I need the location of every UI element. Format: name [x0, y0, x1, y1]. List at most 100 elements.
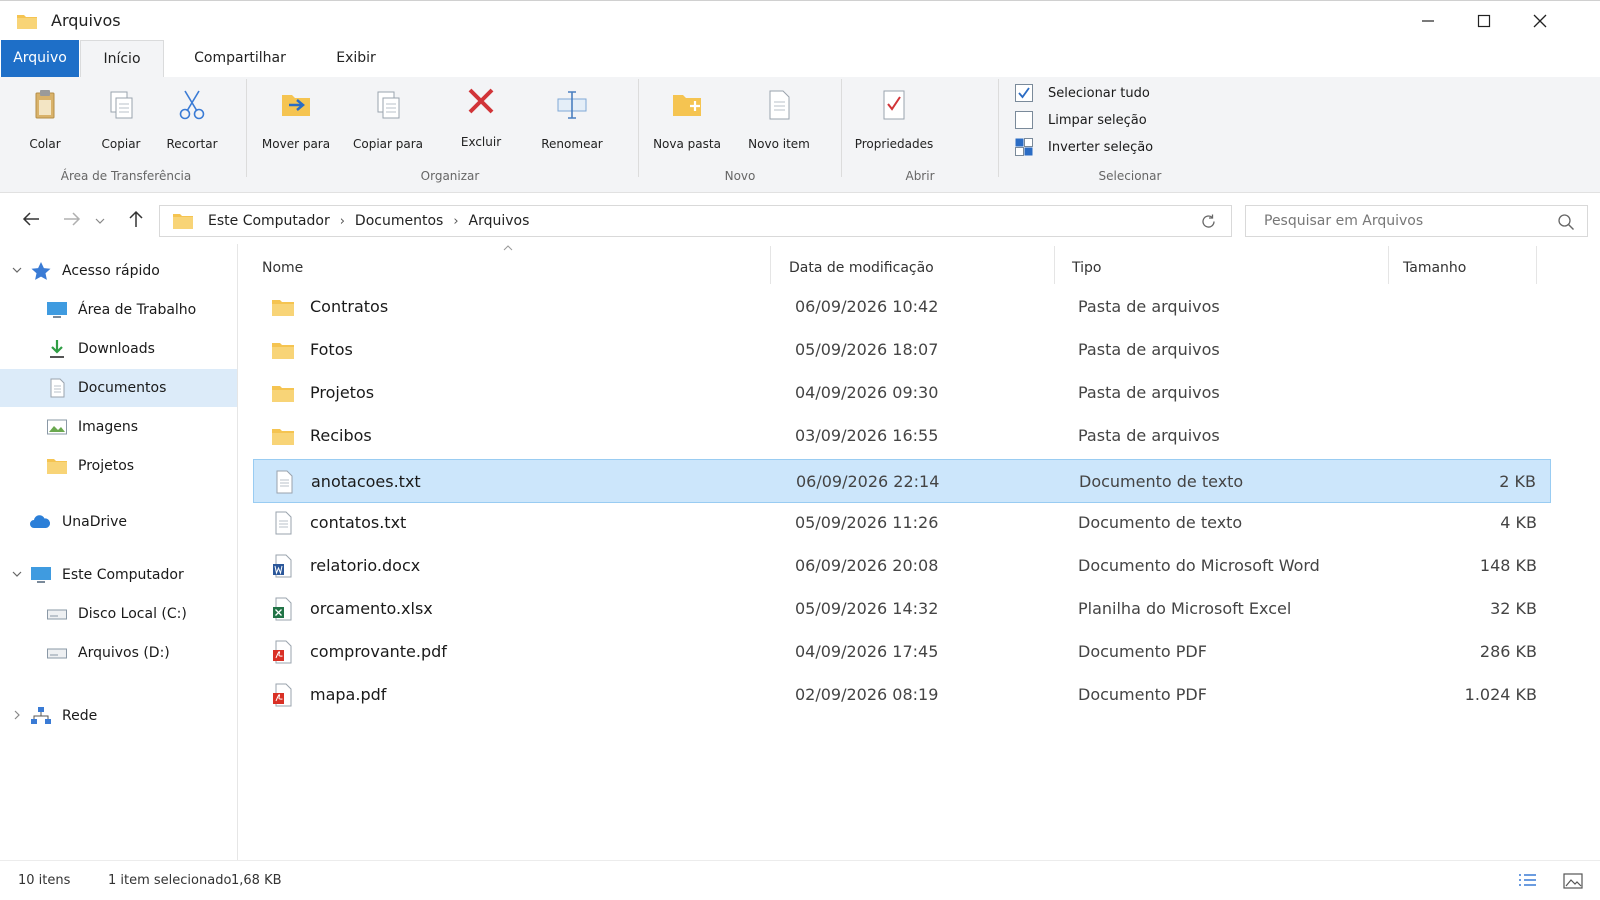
search-icon[interactable] [1557, 213, 1575, 231]
file-row[interactable]: Fotos 05/09/2026 18:07 Pasta de arquivos [253, 328, 1551, 372]
paste-button[interactable]: Colar [20, 77, 70, 161]
chevron-down-icon[interactable] [11, 264, 23, 276]
new-item-label: Novo item [748, 137, 810, 151]
sidebar-item-label: Documentos [78, 380, 167, 396]
tab-arquivo[interactable]: Arquivo [1, 40, 79, 77]
search-input[interactable] [1264, 213, 1544, 229]
close-button[interactable] [1512, 1, 1568, 41]
sidebar-item-quick-access[interactable]: Acesso rápido [0, 252, 237, 290]
copy-to-button[interactable]: Copiar para [347, 77, 429, 161]
file-name: contatos.txt [310, 513, 407, 532]
move-to-button[interactable]: Mover para [257, 77, 335, 161]
sidebar-item-arquivos-d[interactable]: Arquivos (D:) [0, 634, 237, 672]
column-divider[interactable] [1388, 246, 1389, 284]
sidebar-item-label: Projetos [78, 458, 135, 474]
breadcrumb-documentos[interactable]: Documentos [355, 213, 443, 229]
properties-button[interactable]: Propriedades [852, 77, 936, 161]
clear-selection-button[interactable]: Limpar seleção [1014, 110, 1147, 130]
large-icons-view-icon[interactable] [1562, 870, 1584, 892]
sidebar-item-imagens[interactable]: Imagens [0, 408, 237, 446]
column-divider[interactable] [1054, 246, 1055, 284]
sidebar-item-desktop[interactable]: Área de Trabalho [0, 291, 237, 329]
drive-icon [47, 648, 67, 659]
sidebar-item-unadrive[interactable]: UnaDrive [0, 503, 237, 541]
new-item-icon [769, 90, 790, 120]
new-item-button[interactable]: Novo item [745, 77, 813, 161]
folder-icon [272, 300, 294, 316]
file-name: orcamento.xlsx [310, 599, 433, 618]
file-row[interactable]: Recibos 03/09/2026 16:55 Pasta de arquiv… [253, 414, 1551, 458]
chevron-down-icon[interactable] [11, 568, 23, 580]
breadcrumb-separator[interactable]: › [453, 214, 458, 229]
up-arrow-icon[interactable] [124, 207, 148, 231]
address-bar[interactable]: Este Computador › Documentos › Arquivos [159, 205, 1232, 237]
status-item-count: 10 itens [18, 873, 71, 888]
file-row[interactable]: Projetos 04/09/2026 09:30 Pasta de arqui… [253, 371, 1551, 415]
sidebar-item-label: Imagens [78, 419, 139, 435]
status-selection: 1 item selecionado [108, 873, 232, 888]
minimize-button[interactable] [1400, 1, 1456, 41]
download-icon [50, 340, 64, 358]
tab-exibir[interactable]: Exibir [320, 40, 392, 77]
file-date: 02/09/2026 08:19 [795, 685, 939, 704]
forward-arrow-icon[interactable] [60, 207, 84, 231]
sidebar-item-disco-c[interactable]: Disco Local (C:) [0, 595, 237, 633]
invert-selection-button[interactable]: Inverter seleção [1014, 137, 1153, 157]
rename-label: Renomear [541, 137, 603, 151]
file-name: anotacoes.txt [311, 472, 421, 491]
file-type: Documento PDF [1078, 642, 1207, 661]
ribbon: Colar Copiar Recortar Área de Transferên… [0, 77, 1600, 193]
new-folder-button[interactable]: Nova pasta [650, 77, 724, 161]
folder-icon [272, 343, 294, 359]
maximize-button[interactable] [1456, 1, 1512, 41]
details-view-icon[interactable] [1516, 870, 1538, 892]
copy-to-icon [377, 91, 400, 119]
file-row[interactable]: Contratos 06/09/2026 10:42 Pasta de arqu… [253, 285, 1551, 329]
sidebar-item-downloads[interactable]: Downloads [0, 330, 237, 368]
sidebar-item-label: Disco Local (C:) [78, 606, 187, 622]
breadcrumb-separator[interactable]: › [340, 214, 345, 229]
paste-label: Colar [29, 137, 61, 151]
tab-inicio[interactable]: Início [80, 40, 164, 78]
file-date: 05/09/2026 11:26 [795, 513, 939, 532]
copy-button[interactable]: Copiar [93, 77, 149, 161]
refresh-icon[interactable] [1200, 213, 1217, 230]
column-divider[interactable] [1536, 246, 1537, 284]
sidebar-item-documentos[interactable]: Documentos [0, 369, 237, 407]
chevron-down-icon[interactable] [93, 207, 107, 231]
file-row[interactable]: mapa.pdf 02/09/2026 08:19 Documento PDF … [253, 673, 1551, 717]
folder-icon [272, 429, 294, 445]
word-file-icon [273, 554, 292, 578]
document-icon [50, 378, 65, 398]
file-type: Documento de texto [1079, 472, 1244, 491]
organize-group-label: Organizar [420, 169, 480, 183]
breadcrumb-este-computador[interactable]: Este Computador [208, 213, 330, 229]
file-date: 03/09/2026 16:55 [795, 426, 939, 445]
chevron-right-icon[interactable] [11, 709, 23, 721]
file-row[interactable]: orcamento.xlsx 05/09/2026 14:32 Planilha… [253, 587, 1551, 631]
delete-button[interactable]: Excluir [449, 77, 513, 161]
excel-file-icon [273, 597, 292, 621]
file-row-selected[interactable]: anotacoes.txt 06/09/2026 22:14 Documento… [253, 459, 1551, 503]
file-row[interactable]: comprovante.pdf 04/09/2026 17:45 Documen… [253, 630, 1551, 674]
image-icon [47, 419, 67, 435]
delete-label: Excluir [460, 135, 502, 149]
tab-compartilhar[interactable]: Compartilhar [180, 40, 300, 77]
file-row[interactable]: contatos.txt 05/09/2026 11:26 Documento … [253, 501, 1551, 545]
sidebar-item-rede[interactable]: Rede [0, 697, 237, 735]
sidebar-item-este-computador[interactable]: Este Computador [0, 556, 237, 594]
group-divider [998, 79, 999, 177]
network-icon [31, 707, 51, 724]
rename-button[interactable]: Renomear [530, 77, 614, 161]
cut-button[interactable]: Recortar [162, 77, 222, 161]
file-row[interactable]: relatorio.docx 06/09/2026 20:08 Document… [253, 544, 1551, 588]
select-all-button[interactable]: Selecionar tudo [1014, 83, 1150, 103]
file-name: Projetos [310, 383, 375, 402]
file-list: Nome Data de modificação Tipo Tamanho Co… [238, 244, 1600, 860]
sidebar-item-projetos[interactable]: Projetos [0, 447, 237, 485]
breadcrumb-arquivos[interactable]: Arquivos [469, 213, 530, 229]
sidebar-item-label: Este Computador [62, 567, 184, 583]
column-divider[interactable] [770, 246, 771, 284]
text-file-icon [276, 470, 293, 494]
back-arrow-icon[interactable] [19, 207, 43, 231]
